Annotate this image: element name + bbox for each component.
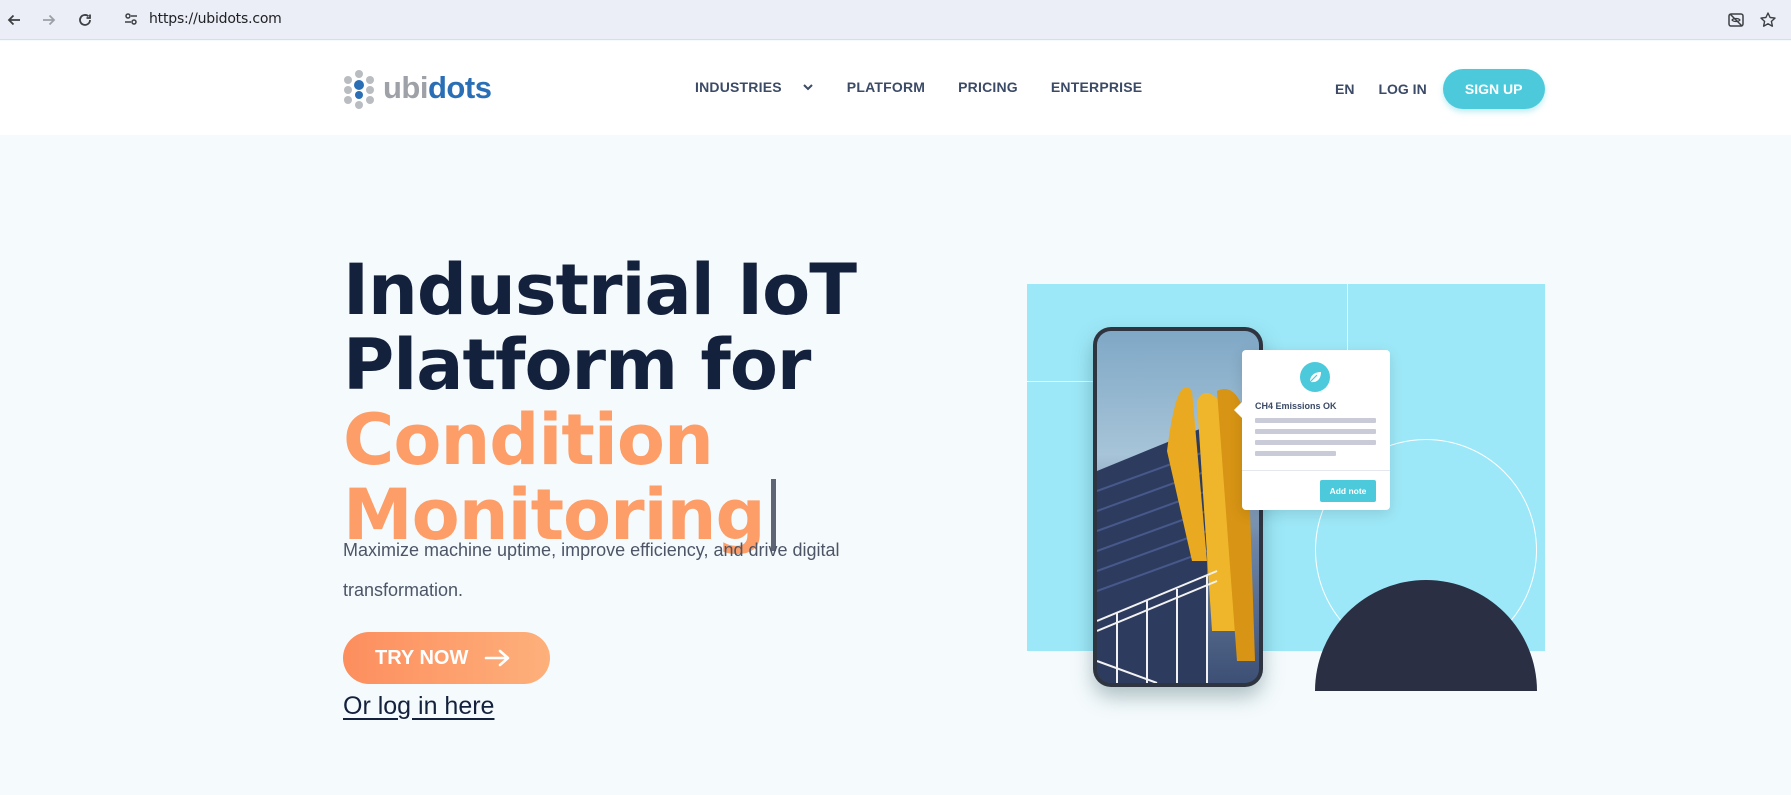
phone-screen-photo	[1097, 331, 1259, 683]
nav-platform[interactable]: PLATFORM	[847, 79, 925, 95]
placeholder-line	[1255, 418, 1376, 423]
try-now-button[interactable]: TRY NOW	[343, 632, 550, 684]
signup-button[interactable]: SIGN UP	[1442, 69, 1545, 109]
add-note-button[interactable]: Add note	[1320, 480, 1376, 502]
ubidots-logo[interactable]: ubidots	[343, 70, 492, 109]
notification-title: CH4 Emissions OK	[1255, 401, 1337, 411]
placeholder-line	[1255, 429, 1376, 434]
headline-accent-line-1: Condition	[343, 399, 714, 481]
language-selector[interactable]: EN	[1335, 81, 1354, 97]
address-bar[interactable]: https://ubidots.com	[113, 4, 1753, 34]
notification-card: CH4 Emissions OK Add note	[1234, 350, 1390, 510]
bookmark-star-icon[interactable]	[1756, 8, 1780, 32]
url-text[interactable]: https://ubidots.com	[149, 11, 282, 27]
arrow-right-icon	[485, 649, 510, 667]
decor-line	[1347, 284, 1348, 354]
site-header: ubidots INDUSTRIES PLATFORM PRICING ENTE…	[0, 41, 1791, 135]
hero-section: Industrial IoT Platform for Condition Mo…	[0, 135, 1791, 795]
back-icon[interactable]	[2, 8, 26, 32]
logo-mark-icon	[343, 70, 377, 109]
phone-mockup	[1093, 327, 1263, 687]
forward-icon[interactable]	[37, 8, 61, 32]
hero-subtitle: Maximize machine uptime, improve efficie…	[343, 540, 840, 600]
site-settings-icon[interactable]	[123, 11, 139, 27]
login-link[interactable]: LOG IN	[1378, 81, 1426, 97]
chevron-down-icon	[803, 84, 813, 91]
nav-industries[interactable]: INDUSTRIES	[695, 79, 814, 95]
logo-wordmark: ubidots	[383, 70, 492, 105]
nav-enterprise[interactable]: ENTERPRISE	[1051, 79, 1142, 95]
decor-line	[1027, 381, 1097, 382]
reload-icon[interactable]	[73, 8, 97, 32]
divider	[1242, 470, 1390, 471]
hero-headline: Industrial IoT Platform for Condition Mo…	[343, 249, 857, 553]
headline-line-1: Industrial IoT	[343, 249, 857, 331]
main-nav: INDUSTRIES PLATFORM PRICING ENTERPRISE	[695, 79, 1175, 95]
eye-off-icon[interactable]	[1724, 8, 1748, 32]
browser-toolbar: https://ubidots.com	[0, 0, 1791, 40]
nav-pricing[interactable]: PRICING	[958, 79, 1018, 95]
login-here-link[interactable]: Or log in here	[343, 692, 494, 721]
placeholder-line	[1255, 451, 1336, 456]
placeholder-line	[1255, 440, 1376, 445]
headline-line-2: Platform for	[343, 324, 811, 406]
account-nav: EN LOG IN SIGN UP	[1335, 69, 1545, 109]
hero-illustration: CH4 Emissions OK Add note	[1027, 284, 1545, 708]
industrial-photo	[1097, 387, 1255, 683]
leaf-icon	[1300, 362, 1330, 392]
